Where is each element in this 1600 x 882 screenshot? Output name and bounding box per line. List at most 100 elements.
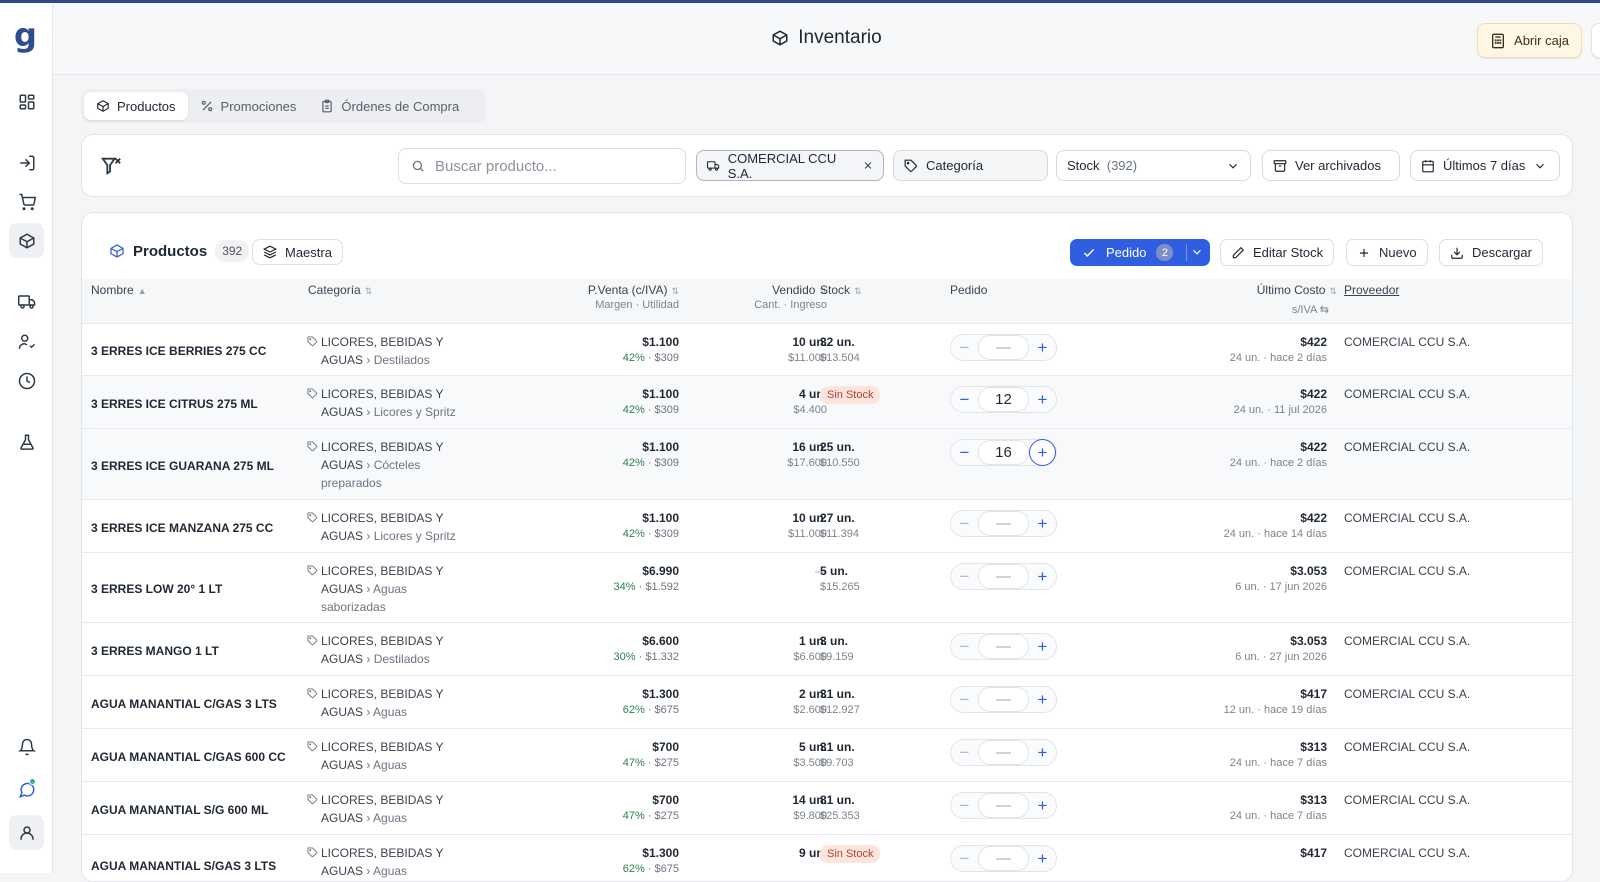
minus-icon[interactable]: − [951,334,978,361]
pedido-qty-input[interactable]: — [978,564,1029,589]
provider-name[interactable]: COMERCIAL CCU S.A. [1344,844,1470,862]
plus-icon[interactable]: + [1029,686,1056,713]
maestra-button[interactable]: Maestra [252,239,343,265]
table-row[interactable]: 3 ERRES ICE MANZANA 275 CC LICORES, BEBID… [82,500,1572,553]
table-row[interactable]: 3 ERRES LOW 20° 1 LT LICORES, BEBIDAS Y AG… [82,553,1572,623]
sidebar-item-despachos[interactable] [9,284,44,319]
minus-icon[interactable]: − [951,739,978,766]
provider-name[interactable]: COMERCIAL CCU S.A. [1344,632,1470,650]
pedido-qty-input[interactable]: — [978,846,1029,871]
provider-name[interactable]: COMERCIAL CCU S.A. [1344,685,1470,703]
minus-icon[interactable]: − [951,439,978,466]
pedido-qty-input[interactable]: — [978,511,1029,536]
sidebar-item-dashboard[interactable] [9,84,44,119]
app-logo[interactable]: g [14,19,37,51]
pedido-qty-input[interactable]: — [978,687,1029,712]
table-row[interactable]: 3 ERRES ICE CITRUS 275 ML LICORES, BEBIDA… [82,376,1572,429]
pedido-qty-input[interactable]: — [978,740,1029,765]
minus-icon[interactable]: − [951,386,978,413]
column-header-pventa[interactable]: P.Venta (c/IVA) ⇅ Margen · Utilidad [522,283,679,311]
plus-icon[interactable]: + [1029,792,1056,819]
sidebar-item-historial[interactable] [9,363,44,398]
stock-filter-select[interactable]: Stock (392) [1056,150,1251,181]
provider-name[interactable]: COMERCIAL CCU S.A. [1344,385,1470,403]
pedido-qty-input[interactable]: 16 [978,440,1029,465]
tab-ordenes-compra[interactable]: Órdenes de Compra [308,92,471,120]
clear-filter-icon[interactable] [100,155,122,177]
product-name[interactable]: 3 ERRES ICE GUARANA 275 ML [91,457,274,475]
plus-icon[interactable]: + [1029,563,1056,590]
product-name[interactable]: AGUA MANANTIAL S/G 600 ML [91,801,268,819]
product-name[interactable]: 3 ERRES ICE MANZANA 275 CC [91,519,273,537]
nuevo-button[interactable]: Nuevo [1346,239,1428,266]
table-row[interactable]: AGUA MANANTIAL C/GAS 600 CC LICORES, BEBI… [82,729,1572,782]
pedido-qty-input[interactable]: — [978,634,1029,659]
provider-name[interactable]: COMERCIAL CCU S.A. [1344,438,1470,456]
minus-icon[interactable]: − [951,633,978,660]
column-header-nombre[interactable]: Nombre ▲ [91,283,147,297]
table-row[interactable]: AGUA MANANTIAL S/G 600 ML LICORES, BEBIDA… [82,782,1572,835]
minus-icon[interactable]: − [951,792,978,819]
descargar-button[interactable]: Descargar [1439,239,1543,266]
column-header-stock[interactable]: Stock ⇅ [820,283,862,297]
close-icon[interactable] [863,160,873,171]
category-sub: Destilados [373,652,430,666]
column-header-vendido[interactable]: Vendido ⇅ Cant. · Ingreso [702,283,827,311]
pedido-qty-input[interactable]: — [978,793,1029,818]
column-header-proveedor[interactable]: Proveedor [1344,283,1399,297]
cart-button[interactable] [1591,23,1600,58]
plus-icon[interactable]: + [1029,334,1056,361]
categoria-filter[interactable]: Categoría [893,150,1048,181]
tab-promociones[interactable]: Promociones [188,92,309,120]
sidebar-item-usuarios[interactable] [9,324,44,359]
provider-name[interactable]: COMERCIAL CCU S.A. [1344,333,1470,351]
product-name[interactable]: AGUA MANANTIAL S/GAS 3 LTS [91,857,276,875]
minus-icon[interactable]: − [951,510,978,537]
sidebar-item-notificaciones[interactable] [9,729,44,764]
minus-icon[interactable]: − [951,563,978,590]
pedido-qty-input[interactable]: — [978,335,1029,360]
plus-icon[interactable]: + [1029,739,1056,766]
sidebar-item-chat[interactable] [9,772,44,807]
product-name[interactable]: 3 ERRES LOW 20° 1 LT [91,580,222,598]
abrir-caja-button[interactable]: Abrir caja [1477,23,1582,58]
plus-icon[interactable]: + [1029,386,1056,413]
product-name[interactable]: AGUA MANANTIAL C/GAS 3 LTS [91,695,277,713]
plus-icon[interactable]: + [1029,633,1056,660]
product-name[interactable]: AGUA MANANTIAL C/GAS 600 CC [91,748,286,766]
sidebar-item-inventario[interactable] [9,223,44,258]
editar-stock-button[interactable]: Editar Stock [1220,239,1335,266]
provider-name[interactable]: COMERCIAL CCU S.A. [1344,509,1470,527]
table-row[interactable]: AGUA MANANTIAL C/GAS 3 LTS LICORES, BEBID… [82,676,1572,729]
date-range-select[interactable]: Últimos 7 días [1410,150,1560,181]
provider-name[interactable]: COMERCIAL CCU S.A. [1344,738,1470,756]
sidebar-item-login[interactable] [9,145,44,180]
table-row[interactable]: 3 ERRES ICE BERRIES 275 CC LICORES, BEBID… [82,324,1572,376]
minus-icon[interactable]: − [951,686,978,713]
product-name[interactable]: 3 ERRES MANGO 1 LT [91,642,219,660]
column-subheader[interactable]: s/IVA ⇆ [1142,303,1337,316]
chevron-down-icon[interactable] [1190,245,1204,259]
sidebar-item-labs[interactable] [9,424,44,459]
product-name[interactable]: 3 ERRES ICE BERRIES 275 CC [91,342,266,360]
provider-name[interactable]: COMERCIAL CCU S.A. [1344,791,1470,809]
pedido-qty-input[interactable]: 12 [978,387,1029,412]
search-input[interactable] [435,157,675,175]
table-row[interactable]: 3 ERRES MANGO 1 LT LICORES, BEBIDAS Y AGUA… [82,623,1572,676]
plus-icon[interactable]: + [1029,439,1056,466]
plus-icon[interactable]: + [1029,510,1056,537]
tab-productos[interactable]: Productos [84,92,188,120]
column-header-categoria[interactable]: Categoría ⇅ [308,283,372,297]
column-header-costo[interactable]: Último Costo ⇅ s/IVA ⇆ [1142,283,1337,316]
ver-archivados-button[interactable]: Ver archivados [1262,150,1400,181]
proveedor-filter-chip[interactable]: COMERCIAL CCU S.A. [696,150,884,181]
minus-icon[interactable]: − [951,845,978,872]
sidebar-item-ventas[interactable] [9,184,44,219]
sidebar-item-perfil[interactable] [9,815,44,850]
plus-icon[interactable]: + [1029,845,1056,872]
pedido-button[interactable]: Pedido 2 [1070,239,1210,266]
product-name[interactable]: 3 ERRES ICE CITRUS 275 ML [91,395,258,413]
table-row[interactable]: 3 ERRES ICE GUARANA 275 ML LICORES, BEBID… [82,429,1572,500]
provider-name[interactable]: COMERCIAL CCU S.A. [1344,562,1470,580]
table-row[interactable]: AGUA MANANTIAL S/GAS 3 LTS LICORES, BEBID… [82,835,1572,881]
